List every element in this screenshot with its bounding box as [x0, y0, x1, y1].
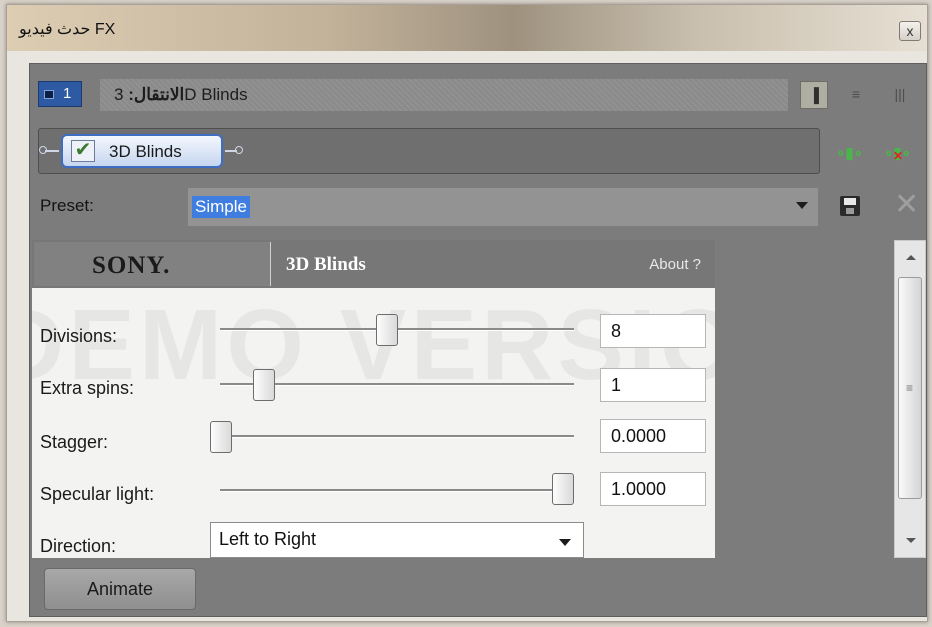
- chain-end-node: [235, 146, 243, 154]
- stagger-slider-thumb[interactable]: [210, 421, 232, 453]
- grip-icon: ≡: [906, 381, 914, 395]
- close-icon: x: [906, 23, 914, 39]
- scroll-thumb[interactable]: ≡: [898, 277, 922, 499]
- transition-label: الانتقال:: [128, 85, 185, 104]
- direction-value: Left to Right: [219, 529, 317, 549]
- layout-list-icon[interactable]: ≡: [842, 81, 870, 109]
- divisions-value[interactable]: 8: [600, 314, 706, 348]
- about-link[interactable]: About ?: [649, 256, 701, 273]
- brand-box: SONY.: [34, 242, 271, 286]
- plugin-chain: ✔ 3D Blinds: [38, 128, 820, 174]
- chain-connector: [45, 150, 59, 152]
- plugin-enable-checkbox[interactable]: ✔: [71, 140, 95, 162]
- stagger-label: Stagger:: [40, 432, 109, 452]
- plugin-chip-label: 3D Blinds: [109, 142, 182, 161]
- track-number: 1: [63, 85, 72, 102]
- title-bar[interactable]: حدث فيديو FX x: [7, 5, 927, 51]
- scroll-up-icon[interactable]: [906, 255, 916, 260]
- direction-dropdown[interactable]: Left to Right: [210, 522, 584, 558]
- plugin-title: 3D Blinds: [286, 254, 366, 275]
- layout-columns-icon[interactable]: |||: [886, 81, 914, 109]
- transition-title: الانتقال: 3D Blinds: [114, 85, 248, 105]
- vertical-scrollbar[interactable]: ≡: [894, 240, 926, 558]
- add-plugin-icon[interactable]: ∘▮∘: [836, 144, 863, 162]
- specular-light-slider-thumb[interactable]: [552, 473, 574, 505]
- dropdown-arrow-icon[interactable]: [796, 202, 808, 209]
- specular-light-label: Specular light:: [40, 484, 155, 504]
- fx-window: حدث فيديو FX x 1 الانتقال: 3D Blinds ▐ ≡…: [6, 4, 928, 622]
- specular-light-slider-track[interactable]: [220, 489, 574, 492]
- animate-button[interactable]: Animate: [44, 568, 196, 610]
- plugin-chip-3d-blinds[interactable]: ✔ 3D Blinds: [61, 134, 223, 168]
- dropdown-arrow-icon[interactable]: [559, 539, 571, 546]
- sony-logo: SONY.: [92, 252, 171, 279]
- video-track-icon: [44, 90, 54, 99]
- stagger-slider-track[interactable]: [220, 435, 574, 438]
- track-badge[interactable]: 1: [38, 81, 82, 107]
- delete-preset-icon[interactable]: ✕: [894, 190, 919, 220]
- extra-spins-label: Extra spins:: [40, 378, 135, 398]
- plugin-panel: SONY. 3D Blinds About ? DEMO VERSION Div…: [32, 240, 715, 558]
- divisions-label: Divisions:: [40, 326, 118, 346]
- window-title: حدث فيديو FX: [19, 21, 116, 38]
- scroll-down-icon[interactable]: [906, 538, 916, 543]
- close-button[interactable]: x: [899, 21, 921, 41]
- divisions-slider-thumb[interactable]: [376, 314, 399, 346]
- preset-dropdown[interactable]: Simple: [188, 188, 818, 226]
- remove-plugin-icon[interactable]: ∘▮∘ ✕: [884, 144, 911, 163]
- extra-spins-slider-thumb[interactable]: [253, 369, 276, 401]
- stagger-value[interactable]: 0.0000: [600, 419, 706, 453]
- specular-light-value[interactable]: 1.0000: [600, 472, 706, 506]
- preset-label: Preset:: [40, 196, 94, 215]
- layout-single-icon[interactable]: ▐: [800, 81, 828, 109]
- plugin-header: SONY. 3D Blinds About ?: [32, 240, 715, 288]
- extra-spins-value[interactable]: 1: [600, 368, 706, 402]
- preset-value[interactable]: Simple: [192, 196, 250, 218]
- save-preset-icon[interactable]: [840, 196, 860, 216]
- fx-client-area: 1 الانتقال: 3D Blinds ▐ ≡ ||| ✔ 3D Blind…: [29, 63, 927, 617]
- direction-label: Direction:: [40, 536, 117, 556]
- transition-header: الانتقال: 3D Blinds: [100, 79, 788, 111]
